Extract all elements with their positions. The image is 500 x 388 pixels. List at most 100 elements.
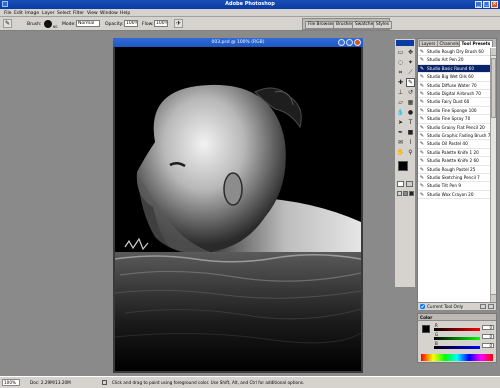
g-slider[interactable]	[434, 337, 480, 340]
preset-item[interactable]: ✎ Studio Digital Airbrush 70	[418, 90, 490, 99]
zoom-field[interactable]: 100%	[2, 379, 20, 386]
preset-item[interactable]: ✎ Studio Rough Dry Brush 60	[418, 48, 490, 57]
presets-scrollbar[interactable]	[490, 48, 496, 302]
magic-wand-icon[interactable]: ✦	[406, 58, 415, 67]
canvas[interactable]	[115, 47, 361, 371]
menu-help[interactable]: Help	[120, 11, 130, 16]
path-select-icon[interactable]: ➤	[396, 118, 405, 127]
flow-field[interactable]: 100%	[154, 20, 168, 27]
minimize-icon[interactable]: _	[475, 1, 482, 8]
preset-item[interactable]: ✎ Studio Wax Crayon 20	[418, 191, 490, 200]
preset-item[interactable]: ✎ Studio Diffuse Water 70	[418, 82, 490, 90]
tab-styles[interactable]: Styles	[373, 21, 393, 29]
hand-icon[interactable]: ✋	[396, 148, 405, 157]
quick-mask-icon[interactable]	[406, 181, 413, 187]
preset-label: Studio Big Wet Oils 60	[427, 74, 474, 80]
preset-item[interactable]: ✎ Studio Palette Knife 1 20	[418, 149, 490, 158]
presets-footer: Current Tool Only	[418, 302, 496, 310]
menu-view[interactable]: View	[87, 11, 98, 16]
shape-icon[interactable]: ■	[406, 128, 415, 137]
notes-icon[interactable]: ✉	[396, 138, 405, 147]
dodge-icon[interactable]: ●	[406, 108, 415, 117]
scroll-up-icon[interactable]	[491, 48, 496, 56]
preset-item[interactable]: ✎ Studio Sketching Pencil 7	[418, 174, 490, 183]
close-icon[interactable]: ×	[491, 1, 498, 8]
slice-icon[interactable]: ⟋	[406, 68, 415, 77]
doc-maximize-icon[interactable]	[346, 39, 353, 46]
screen-mode-icon[interactable]	[409, 191, 414, 196]
eraser-icon[interactable]: ▱	[396, 98, 405, 107]
marquee-icon[interactable]: ▭	[396, 48, 405, 57]
scroll-down-icon[interactable]	[491, 294, 496, 302]
delete-preset-icon[interactable]	[488, 304, 494, 309]
menu-file[interactable]: File	[4, 11, 12, 16]
brush-preset-icon: ✎	[419, 141, 425, 148]
preset-item[interactable]: ✎ Studio Palette Knife 2 60	[418, 157, 490, 166]
doc-close-icon[interactable]	[354, 39, 361, 46]
preset-item[interactable]: ✎ Studio Oil Pastel 40	[418, 140, 490, 149]
opacity-field[interactable]: 100%	[124, 20, 138, 27]
mode-select[interactable]: Normal	[76, 20, 100, 27]
preset-item[interactable]: ✎ Studio Rough Pastel 25	[418, 166, 490, 174]
new-preset-icon[interactable]	[480, 304, 486, 309]
history-brush-icon[interactable]: ↺	[406, 88, 415, 97]
tab-channels[interactable]: Channels	[437, 40, 462, 47]
eyedropper-icon[interactable]: ⌇	[406, 138, 415, 147]
r-value[interactable]: 0	[482, 325, 494, 330]
brush-tool-icon[interactable]: ✎	[406, 78, 415, 87]
brush-preset-icon: ✎	[419, 175, 425, 181]
color-foreground-swatch[interactable]	[422, 325, 430, 333]
pen-icon[interactable]: ✒	[396, 128, 405, 137]
color-spectrum-ramp[interactable]	[421, 354, 493, 361]
maximize-icon[interactable]: □	[483, 1, 490, 8]
preset-item[interactable]: ✎ Studio Graphic Fading Brush 70	[418, 132, 490, 141]
brush-preset-icon: ✎	[419, 91, 425, 97]
menu-filter[interactable]: Filter	[73, 11, 84, 16]
stamp-icon[interactable]: ⊥	[396, 88, 405, 97]
status-menu-icon[interactable]	[102, 380, 107, 385]
menu-layer[interactable]: Layer	[42, 11, 55, 16]
standard-mode-icon[interactable]	[397, 181, 404, 187]
flow-label: Flow:	[142, 21, 154, 27]
preset-item[interactable]: ✎ Studio Art Pen 20	[418, 56, 490, 65]
foreground-color-swatch[interactable]	[398, 161, 408, 171]
preset-item[interactable]: ✎ Studio Fine Sponge 100	[418, 107, 490, 116]
current-tool-only-checkbox[interactable]	[420, 304, 425, 309]
doc-minimize-icon[interactable]	[338, 39, 345, 46]
crop-icon[interactable]: ⌗	[396, 68, 405, 77]
brush-preset-icon: ✎	[419, 158, 425, 165]
status-bar: 100% Doc: 2.29M/13.20M Click and drag to…	[0, 376, 500, 388]
tab-color[interactable]: Color	[420, 315, 432, 320]
brush-preview[interactable]	[44, 20, 52, 28]
preset-item[interactable]: ✎ Studio Fairy Dust 60	[418, 98, 490, 107]
scroll-thumb[interactable]	[491, 58, 496, 118]
r-slider[interactable]	[434, 328, 480, 331]
menu-image[interactable]: Image	[25, 11, 39, 16]
tab-tool-presets[interactable]: Tool Presets	[459, 40, 493, 47]
tab-layers[interactable]: Layers	[419, 40, 438, 47]
brush-icon[interactable]: ✎	[3, 19, 12, 28]
healing-icon[interactable]: ✚	[396, 78, 405, 87]
b-slider[interactable]	[434, 346, 480, 349]
lasso-icon[interactable]: ◌	[396, 58, 405, 67]
screen-mode-icon[interactable]	[403, 191, 408, 196]
b-value[interactable]: 0	[482, 343, 494, 348]
type-icon[interactable]: T	[406, 118, 415, 127]
screen-mode-icon[interactable]	[397, 191, 402, 196]
menu-select[interactable]: Select	[57, 11, 71, 16]
menu-window[interactable]: Window	[100, 11, 118, 16]
tool-presets-panel: Layers Channels Tool Presets ✎ Studio Rou…	[417, 38, 497, 310]
preset-item[interactable]: ✎ Studio Tilt Pen 9	[418, 182, 490, 191]
preset-item[interactable]: ✎ Studio Grainy Flat Pencil 20	[418, 124, 490, 132]
document-title: 003.psd @ 100% (RGB)	[211, 40, 265, 45]
move-icon[interactable]: ✥	[406, 48, 415, 57]
blur-icon[interactable]: 💧	[396, 108, 405, 117]
preset-item[interactable]: ✎ Studio Basic Round 60	[418, 64, 490, 74]
preset-item[interactable]: ✎ Studio Big Wet Oils 60	[418, 73, 490, 82]
menu-edit[interactable]: Edit	[14, 11, 23, 16]
g-value[interactable]: 0	[482, 334, 494, 339]
airbrush-icon[interactable]: ✈	[174, 19, 183, 28]
preset-item[interactable]: ✎ Studio Fine Spray 70	[418, 115, 490, 124]
gradient-icon[interactable]: ▦	[406, 98, 415, 107]
zoom-icon[interactable]: ⚲	[406, 148, 415, 157]
